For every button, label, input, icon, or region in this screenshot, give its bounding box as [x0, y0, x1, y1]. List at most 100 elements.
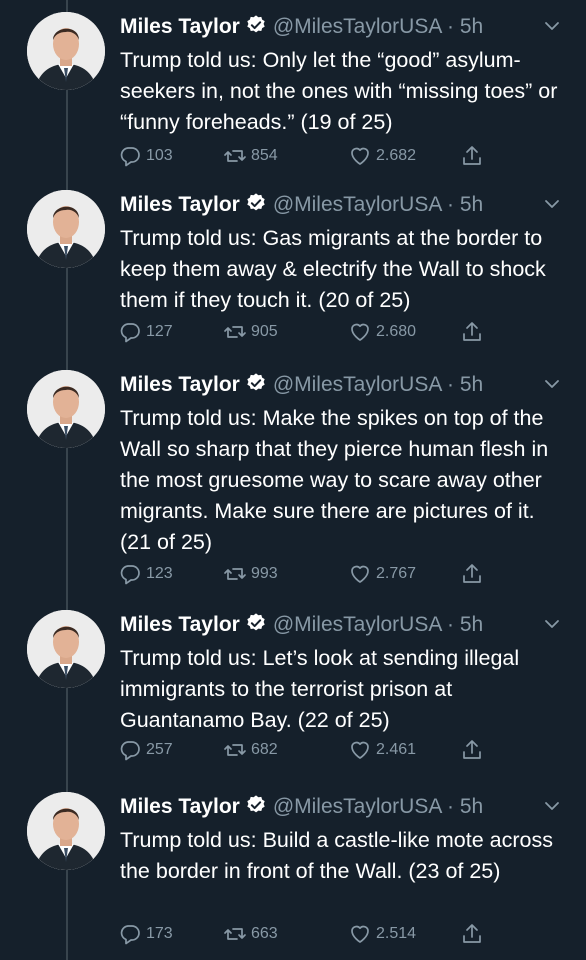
reply-count: 123: [146, 565, 173, 582]
reply-count: 257: [146, 741, 173, 758]
retweet-count: 682: [251, 741, 278, 758]
tweet-actions: 103 854 2.682: [118, 142, 498, 170]
chevron-down-icon[interactable]: [544, 196, 560, 212]
reply-button[interactable]: 173: [118, 920, 173, 948]
author-name[interactable]: Miles Taylor: [120, 613, 240, 636]
verified-badge-icon: [247, 15, 265, 33]
heart-icon: [351, 925, 369, 943]
share-button[interactable]: [460, 142, 488, 170]
like-count: 2.682: [376, 147, 417, 164]
chevron-down-icon[interactable]: [544, 616, 560, 632]
tweet-header: Miles Taylor @MilesTaylorUSA · 5h: [120, 14, 566, 40]
share-button[interactable]: [460, 560, 488, 588]
share-icon: [463, 146, 481, 165]
reply-icon: [120, 565, 140, 585]
reply-button[interactable]: 123: [118, 560, 173, 588]
reply-button[interactable]: 103: [118, 142, 173, 170]
chevron-down-icon[interactable]: [544, 798, 560, 814]
tweet-timestamp[interactable]: · 5h: [447, 795, 483, 818]
author-handle[interactable]: @MilesTaylorUSA: [273, 613, 441, 636]
share-button[interactable]: [460, 920, 488, 948]
verified-badge-icon: [247, 373, 265, 391]
like-button[interactable]: 2.680: [348, 318, 416, 346]
like-count: 2.767: [376, 565, 417, 582]
like-button[interactable]: 2.682: [348, 142, 416, 170]
reply-count: 103: [146, 147, 173, 164]
tweet-text: Trump told us: Gas migrants at the borde…: [120, 226, 546, 312]
retweet-button[interactable]: 854: [223, 142, 278, 170]
heart-icon: [351, 147, 369, 165]
author-handle[interactable]: @MilesTaylorUSA: [273, 193, 441, 216]
avatar[interactable]: [27, 12, 105, 90]
author-name[interactable]: Miles Taylor: [120, 795, 240, 818]
retweet-count: 993: [251, 565, 278, 582]
share-icon: [463, 924, 481, 943]
retweet-icon: [224, 568, 246, 580]
author-handle[interactable]: @MilesTaylorUSA: [273, 373, 441, 396]
author-name[interactable]: Miles Taylor: [120, 373, 240, 396]
tweet-actions: 173 663 2.514: [118, 920, 498, 948]
retweet-button[interactable]: 663: [223, 920, 278, 948]
verified-badge-icon: [247, 613, 265, 631]
reply-button[interactable]: 257: [118, 736, 173, 764]
heart-icon: [351, 323, 369, 341]
reply-icon: [120, 147, 140, 167]
tweet-timestamp[interactable]: · 5h: [447, 193, 483, 216]
tweet-actions: 127 905 2.680: [118, 318, 498, 346]
chevron-down-icon[interactable]: [544, 376, 560, 392]
tweet-header: Miles Taylor @MilesTaylorUSA · 5h: [120, 372, 566, 398]
tweet-timestamp[interactable]: · 5h: [447, 613, 483, 636]
reply-icon: [120, 925, 140, 945]
retweet-icon: [224, 744, 246, 756]
reply-count: 173: [146, 925, 173, 942]
reply-button[interactable]: 127: [118, 318, 173, 346]
heart-icon: [351, 741, 369, 759]
chevron-down-icon[interactable]: [544, 18, 560, 34]
like-count: 2.461: [376, 741, 417, 758]
share-button[interactable]: [460, 318, 488, 346]
author-name[interactable]: Miles Taylor: [120, 193, 240, 216]
tweet-text: Trump told us: Build a castle-like mote …: [120, 828, 553, 883]
avatar[interactable]: [27, 610, 105, 688]
share-button[interactable]: [460, 736, 488, 764]
like-button[interactable]: 2.514: [348, 920, 416, 948]
tweet-text: Trump told us: Only let the “good” asylu…: [120, 48, 558, 134]
verified-badge-icon: [247, 795, 265, 813]
share-icon: [463, 740, 481, 759]
retweet-icon: [224, 326, 246, 338]
retweet-icon: [224, 928, 246, 940]
verified-badge-icon: [247, 193, 265, 211]
tweet-header: Miles Taylor @MilesTaylorUSA · 5h: [120, 794, 566, 820]
like-button[interactable]: 2.767: [348, 560, 416, 588]
retweet-count: 854: [251, 147, 278, 164]
tweet-timestamp[interactable]: · 5h: [447, 373, 483, 396]
retweet-button[interactable]: 682: [223, 736, 278, 764]
tweet-text: Trump told us: Make the spikes on top of…: [120, 406, 549, 554]
author-handle[interactable]: @MilesTaylorUSA: [273, 15, 441, 38]
share-icon: [463, 322, 481, 341]
reply-count: 127: [146, 323, 173, 340]
retweet-count: 663: [251, 925, 278, 942]
retweet-icon: [224, 150, 246, 162]
author-name[interactable]: Miles Taylor: [120, 15, 240, 38]
tweet-header: Miles Taylor @MilesTaylorUSA · 5h: [120, 192, 566, 218]
tweet-timestamp[interactable]: · 5h: [447, 15, 483, 38]
reply-icon: [120, 741, 140, 761]
tweet-text: Trump told us: Let’s look at sending ill…: [120, 646, 520, 732]
reply-icon: [120, 323, 140, 343]
share-icon: [463, 564, 481, 583]
like-button[interactable]: 2.461: [348, 736, 416, 764]
avatar[interactable]: [27, 792, 105, 870]
tweet-header: Miles Taylor @MilesTaylorUSA · 5h: [120, 612, 566, 638]
retweet-count: 905: [251, 323, 278, 340]
like-count: 2.514: [376, 925, 417, 942]
avatar[interactable]: [27, 370, 105, 448]
avatar[interactable]: [27, 190, 105, 268]
tweet-actions: 123 993 2.767: [118, 560, 498, 588]
tweet-actions: 257 682 2.461: [118, 736, 498, 764]
heart-icon: [351, 565, 369, 583]
like-count: 2.680: [376, 323, 417, 340]
retweet-button[interactable]: 905: [223, 318, 278, 346]
retweet-button[interactable]: 993: [223, 560, 278, 588]
author-handle[interactable]: @MilesTaylorUSA: [273, 795, 441, 818]
